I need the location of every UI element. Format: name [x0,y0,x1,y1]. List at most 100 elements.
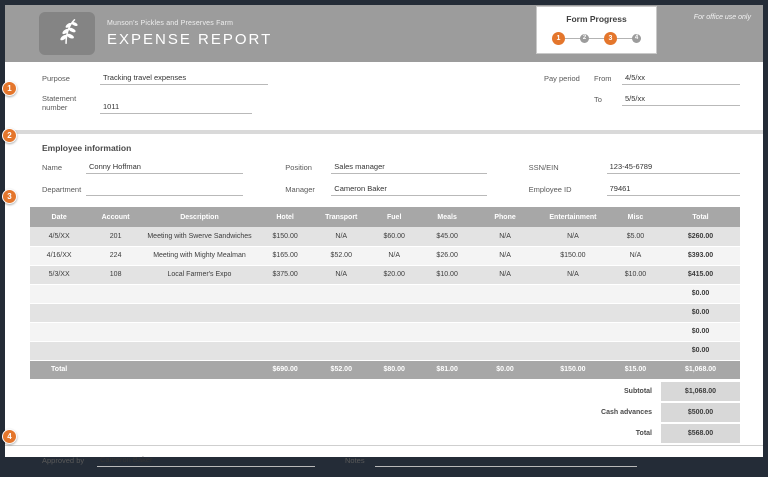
table-cell[interactable]: N/A [314,227,368,246]
company-logo [39,12,95,55]
table-cell[interactable] [314,303,368,322]
table-cell[interactable]: $150.00 [536,246,610,265]
table-cell[interactable] [143,341,256,360]
subtotal-value: $1,068.00 [661,382,740,401]
table-cell[interactable]: $10.00 [610,265,661,284]
table-cell[interactable] [474,341,536,360]
progress-step-4: 4 [632,34,641,43]
table-cell[interactable] [368,303,420,322]
table-cell[interactable] [610,303,661,322]
table-cell[interactable] [610,322,661,341]
table-cell[interactable]: $10.00 [420,265,474,284]
table-cell[interactable] [143,284,256,303]
table-cell[interactable]: N/A [610,246,661,265]
table-cell[interactable] [474,303,536,322]
table-cell[interactable]: N/A [536,265,610,284]
table-cell[interactable] [314,322,368,341]
table-cell[interactable] [610,341,661,360]
pay-period-to-field[interactable]: 5/5/xx [622,94,740,106]
table-cell[interactable] [536,284,610,303]
table-cell[interactable] [314,284,368,303]
approved-by-field[interactable]: Cameron Baker [97,455,315,467]
column-header: Hotel [256,207,314,227]
table-cell[interactable] [88,284,143,303]
table-cell[interactable]: N/A [474,227,536,246]
table-cell[interactable]: N/A [314,265,368,284]
employee-id-label: Employee ID [529,185,607,196]
table-cell[interactable]: $20.00 [368,265,420,284]
table-cell[interactable] [368,322,420,341]
pay-period-from-field[interactable]: 4/5/xx [622,73,740,85]
table-cell[interactable]: 201 [88,227,143,246]
manager-field[interactable]: Cameron Baker [331,184,486,196]
table-cell[interactable] [474,322,536,341]
table-cell[interactable] [420,322,474,341]
ssn-ein-field[interactable]: 123-45-6789 [607,162,740,174]
table-cell[interactable]: $45.00 [420,227,474,246]
table-cell[interactable]: Meeting with Swerve Sandwiches [143,227,256,246]
table-cell[interactable]: $0.00 [661,341,740,360]
table-cell[interactable] [420,341,474,360]
table-cell[interactable]: 224 [88,246,143,265]
table-cell[interactable]: N/A [474,246,536,265]
table-cell[interactable]: $0.00 [661,322,740,341]
table-cell[interactable] [420,284,474,303]
table-cell[interactable] [30,322,88,341]
table-cell[interactable]: Local Farmer's Expo [143,265,256,284]
total-row-cell: $81.00 [420,360,474,379]
column-header: Description [143,207,256,227]
table-cell[interactable]: $0.00 [661,303,740,322]
table-cell[interactable] [474,284,536,303]
table-cell[interactable]: $0.00 [661,284,740,303]
table-cell[interactable]: $415.00 [661,265,740,284]
table-cell[interactable] [30,341,88,360]
position-field[interactable]: Sales manager [331,162,486,174]
table-cell[interactable] [536,341,610,360]
table-cell[interactable] [314,341,368,360]
table-cell[interactable]: 108 [88,265,143,284]
table-cell[interactable]: 5/3/XX [30,265,88,284]
name-field[interactable]: Conny Hoffman [86,162,243,174]
table-cell[interactable] [536,322,610,341]
table-cell[interactable]: N/A [474,265,536,284]
table-cell[interactable] [536,303,610,322]
employee-id-field[interactable]: 79461 [607,184,740,196]
table-cell[interactable]: $26.00 [420,246,474,265]
notes-field[interactable] [375,455,637,467]
table-cell[interactable]: 4/16/XX [30,246,88,265]
table-cell[interactable]: $165.00 [256,246,314,265]
table-cell[interactable]: N/A [536,227,610,246]
table-cell[interactable] [256,322,314,341]
table-row: $0.00 [30,284,740,303]
purpose-field[interactable]: Tracking travel expenses [100,73,268,85]
total-row-cell: $15.00 [610,360,661,379]
table-cell[interactable]: $60.00 [368,227,420,246]
cash-advances-label: Cash advances [601,409,652,416]
table-cell[interactable] [368,284,420,303]
table-cell[interactable]: $52.00 [314,246,368,265]
table-cell[interactable]: $393.00 [661,246,740,265]
table-cell[interactable] [420,303,474,322]
table-cell[interactable]: Meeting with Mighty Mealman [143,246,256,265]
table-cell[interactable]: N/A [368,246,420,265]
table-cell[interactable] [143,303,256,322]
table-cell[interactable] [88,322,143,341]
table-cell[interactable] [368,341,420,360]
table-cell[interactable] [30,284,88,303]
table-cell[interactable] [256,303,314,322]
department-field[interactable] [86,184,243,196]
table-cell[interactable]: $5.00 [610,227,661,246]
table-cell[interactable] [30,303,88,322]
table-cell[interactable] [256,284,314,303]
table-cell[interactable]: 4/5/XX [30,227,88,246]
total-row-cell: $80.00 [368,360,420,379]
statement-number-field[interactable]: 1011 [100,102,252,114]
table-cell[interactable] [143,322,256,341]
table-cell[interactable] [610,284,661,303]
table-cell[interactable]: $150.00 [256,227,314,246]
table-cell[interactable]: $375.00 [256,265,314,284]
table-cell[interactable]: $260.00 [661,227,740,246]
table-cell[interactable] [88,303,143,322]
table-cell[interactable] [88,341,143,360]
table-cell[interactable] [256,341,314,360]
